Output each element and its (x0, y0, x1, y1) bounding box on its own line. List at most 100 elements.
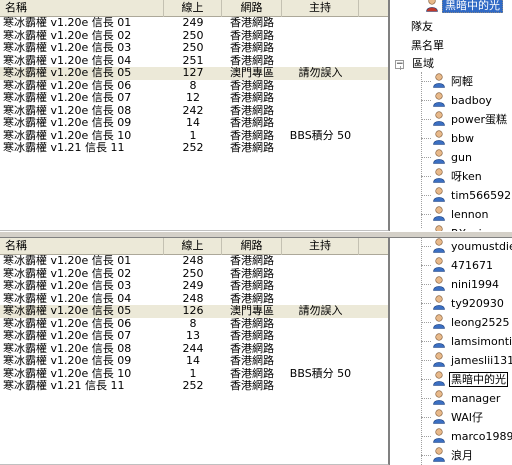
tree-item-user[interactable]: RX_pj (431, 224, 484, 231)
cell-host (282, 380, 359, 393)
table-row[interactable]: 寒冰霸權 v1.20e 信長 07 13 香港網路 (0, 330, 388, 343)
tree-item-label: leong2525 (451, 316, 510, 329)
tree-item-user[interactable]: 阿輕 (431, 72, 475, 90)
tree-group-label: 區域 (412, 57, 434, 70)
table-row[interactable]: 寒冰霸權 v1.20e 信長 05 126 澳門專區 請勿誤入 (0, 305, 388, 318)
tree-group-team[interactable]: 隊友 (409, 18, 435, 36)
cell-online: 248 (182, 255, 204, 267)
cell-host (282, 343, 359, 356)
table-row[interactable]: 寒冰霸權 v1.20e 信長 07 12 香港網路 (0, 92, 388, 105)
table-row[interactable]: 寒冰霸權 v1.20e 信長 08 244 香港網路 (0, 343, 388, 356)
tree-item-user[interactable]: gun (431, 148, 474, 166)
table-row[interactable]: 寒冰霸權 v1.20e 信長 04 251 香港網路 (0, 55, 388, 68)
horizontal-splitter[interactable] (0, 231, 512, 238)
tree-item-user[interactable]: 浪月 (431, 446, 475, 464)
tree-item-user[interactable]: youmustdie0 (431, 238, 512, 255)
column-header-online[interactable]: 線上 (164, 0, 222, 17)
table-row[interactable]: 寒冰霸權 v1.21 信長 11 252 香港網路 (0, 380, 388, 393)
table-row[interactable]: 寒冰霸權 v1.20e 信長 10 1 香港網路 BBS積分 50 (0, 130, 388, 143)
column-header-online[interactable]: 線上 (164, 238, 222, 255)
tree-item-label: WAI仔 (451, 411, 484, 424)
column-header-host[interactable]: 主持 (282, 0, 359, 17)
table-row[interactable]: 寒冰霸權 v1.20e 信長 03 250 香港網路 (0, 42, 388, 55)
tree-item-label: 471671 (451, 259, 493, 272)
tree-item-user[interactable]: ty920930 (431, 294, 506, 312)
tree-item-user[interactable]: jameslii1314 (431, 351, 512, 369)
table-row[interactable]: 寒冰霸權 v1.20e 信長 04 248 香港網路 (0, 293, 388, 306)
column-header-name[interactable]: 名稱 (0, 238, 164, 255)
cell-network: 香港網路 (230, 117, 274, 129)
room-list-top[interactable]: 名稱 線上 網路 主持 寒冰霸權 v1.20e 信長 01 249 香港網路 寒冰霸權… (0, 0, 389, 231)
list-body: 寒冰霸權 v1.20e 信長 01 249 香港網路 寒冰霸權 v1.20e 信長 0… (0, 17, 388, 155)
cell-host (282, 330, 359, 343)
tree-item-user[interactable]: bbw (431, 129, 476, 147)
tree-item-user[interactable]: manager (431, 389, 502, 407)
tree-item-user[interactable]: tim566592 (431, 186, 512, 204)
column-header-name[interactable]: 名稱 (0, 0, 164, 17)
user-icon (431, 224, 447, 231)
user-tree-bottom[interactable]: youmustdie0 471671 nini1994 ty920930 leong25… (389, 238, 512, 465)
column-header-host[interactable]: 主持 (282, 238, 359, 255)
user-icon (431, 332, 447, 348)
cell-network: 香港網路 (230, 267, 274, 280)
tree-item-user[interactable]: 471671 (431, 256, 495, 274)
table-row[interactable]: 寒冰霸權 v1.20e 信長 10 1 香港網路 BBS積分 50 (0, 368, 388, 381)
cell-online: 251 (182, 54, 204, 67)
tree-item-user[interactable]: marco1989320 (431, 427, 512, 445)
tree-group-label: 隊友 (411, 20, 433, 33)
table-row[interactable]: 寒冰霸權 v1.20e 信長 02 250 香港網路 (0, 268, 388, 281)
user-icon (431, 91, 447, 107)
tree-group-blacklist[interactable]: 黑名單 (409, 37, 446, 55)
table-row[interactable]: 寒冰霸權 v1.20e 信長 09 14 香港網路 (0, 117, 388, 130)
table-row[interactable]: 寒冰霸權 v1.20e 信長 01 249 香港網路 (0, 17, 388, 30)
tree-group-area[interactable]: − 區域 (395, 55, 436, 73)
tree-item-label: gun (451, 151, 472, 164)
tree-item-selected-user[interactable]: 黑暗中的光 (424, 0, 503, 14)
tree-item-user[interactable]: nini1994 (431, 275, 501, 293)
table-row[interactable]: 寒冰霸權 v1.21 信長 11 252 香港網路 (0, 142, 388, 155)
tree-item-label: lamsimontin (451, 335, 512, 348)
cell-network: 澳門專區 (230, 305, 274, 317)
cell-network: 香港網路 (230, 79, 274, 92)
tree-item-user[interactable]: lamsimontin (431, 332, 512, 350)
user-icon (431, 110, 447, 126)
tree-item-user[interactable]: badboy (431, 91, 494, 109)
table-row[interactable]: 寒冰霸權 v1.20e 信長 02 250 香港網路 (0, 30, 388, 43)
cell-online: 250 (182, 29, 204, 42)
cell-host (282, 105, 359, 118)
table-row[interactable]: 寒冰霸權 v1.20e 信長 03 249 香港網路 (0, 280, 388, 293)
cell-network: 香港網路 (230, 54, 274, 67)
user-icon (431, 238, 447, 253)
tree-item-user[interactable]: 呀ken (431, 167, 484, 185)
room-list-bottom[interactable]: 名稱 線上 網路 主持 寒冰霸權 v1.20e 信長 01 248 香港網路 寒冰霸權… (0, 238, 389, 465)
tree-item-user[interactable]: WAI仔 (431, 408, 485, 426)
tree-item-user[interactable]: power蛋糕 (431, 110, 509, 128)
user-icon (431, 167, 447, 183)
tree-item-user[interactable]: leong2525 (431, 313, 512, 331)
table-row[interactable]: 寒冰霸權 v1.20e 信長 06 8 香港網路 (0, 318, 388, 331)
user-icon (424, 0, 440, 12)
table-row[interactable]: 寒冰霸權 v1.20e 信長 09 14 香港網路 (0, 355, 388, 368)
tree-item-user[interactable]: 黑暗中的光 (431, 370, 508, 388)
cell-network: 香港網路 (230, 92, 274, 104)
tree-item-label: nini1994 (451, 278, 500, 291)
list-header: 名稱 線上 網路 主持 (0, 238, 388, 255)
column-header-network[interactable]: 網路 (222, 0, 282, 17)
cell-host (282, 142, 359, 155)
user-icon (431, 148, 447, 164)
table-row[interactable]: 寒冰霸權 v1.20e 信長 06 8 香港網路 (0, 80, 388, 93)
cell-network: 香港網路 (230, 292, 274, 305)
cell-host (282, 92, 359, 105)
cell-host (282, 293, 359, 306)
tree-item-user[interactable]: lennon (431, 205, 490, 223)
user-tree-top[interactable]: 黑暗中的光 隊友 黑名單 − 區域 阿輕 badboy power蛋糕 bbw gun 呀k… (389, 0, 512, 231)
cell-online: 250 (182, 42, 204, 54)
user-icon (431, 186, 447, 202)
table-row[interactable]: 寒冰霸權 v1.20e 信長 08 242 香港網路 (0, 105, 388, 118)
table-row[interactable]: 寒冰霸權 v1.20e 信長 01 248 香港網路 (0, 255, 388, 268)
cell-online: 249 (182, 17, 204, 29)
tree-item-label: 黑暗中的光 (442, 0, 503, 13)
column-header-network[interactable]: 網路 (222, 238, 282, 255)
table-row[interactable]: 寒冰霸權 v1.20e 信長 05 127 澳門專區 請勿誤入 (0, 67, 388, 80)
cell-name: 寒冰霸權 v1.20e 信長 09 (3, 117, 132, 129)
